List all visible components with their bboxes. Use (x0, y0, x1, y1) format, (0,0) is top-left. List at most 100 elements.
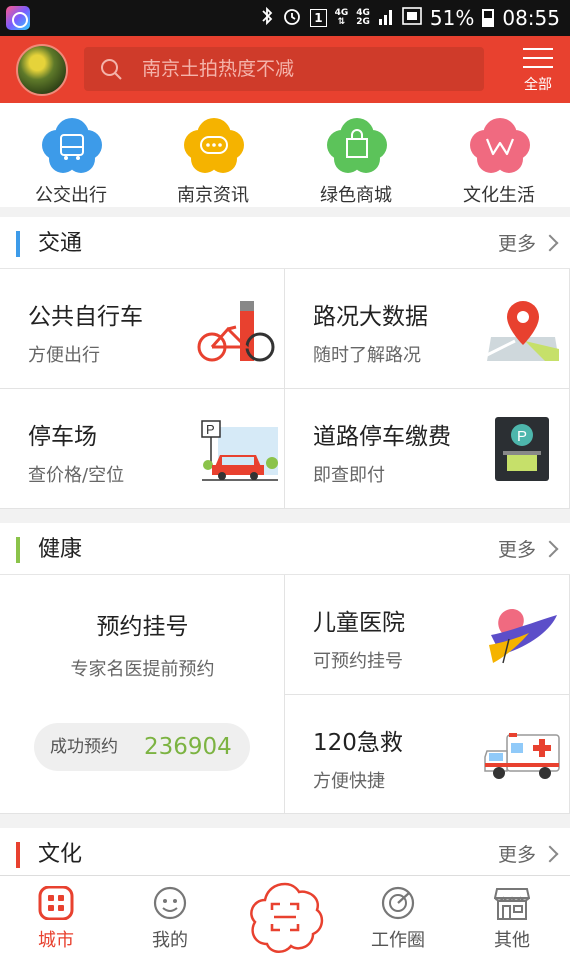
menu-icon (523, 48, 553, 70)
scan-button[interactable] (244, 880, 326, 953)
health-more-link[interactable]: 更多 (497, 523, 559, 577)
app-icon (6, 6, 30, 30)
map-pin-icon (486, 301, 559, 361)
ambulance-icon (484, 733, 560, 779)
avatar[interactable] (16, 44, 68, 96)
search-placeholder: 南京土拍热度不减 (142, 58, 295, 80)
quick-app-news[interactable]: 南京资讯 (142, 103, 284, 207)
alarm-icon (282, 6, 302, 30)
card-subtitle: 可预约挂号 (313, 651, 403, 672)
card-title: 路况大数据 (313, 304, 428, 330)
bluetooth-icon (260, 6, 274, 30)
card-title: 120急救 (313, 730, 403, 756)
card-title: 儿童医院 (313, 610, 405, 636)
count-value: 236904 (144, 734, 232, 760)
card-subtitle: 随时了解路况 (313, 345, 421, 366)
quick-app-culture[interactable]: 文化生活 (428, 103, 570, 207)
card-road-parking-fee[interactable]: 道路停车缴费 即查即付 P (285, 389, 570, 509)
bicycle-icon (197, 301, 275, 362)
chat-bubble-icon (184, 117, 244, 175)
quick-app-label: 文化生活 (463, 185, 535, 206)
section-health-header: 健康 更多 (0, 523, 570, 575)
parking-car-icon: P (201, 420, 278, 481)
traffic-more-link[interactable]: 更多 (497, 217, 559, 271)
card-emergency-120[interactable]: 120急救 方便快捷 (285, 695, 570, 814)
tab-label: 城市 (38, 930, 74, 951)
card-subtitle: 方便快捷 (313, 771, 385, 792)
search-icon (101, 59, 122, 80)
net-label: 4G (334, 8, 349, 18)
quick-app-bus[interactable]: 公交出行 (0, 103, 142, 207)
bus-icon (42, 117, 102, 175)
tab-mine[interactable]: 我的 (120, 876, 220, 953)
parking-meter-icon: P (495, 417, 549, 481)
culture-w-icon (470, 117, 530, 175)
city-grid-icon (38, 886, 74, 920)
card-subtitle: 即查即付 (313, 465, 385, 486)
status-bar: 1 4G ⇅ 4G 2G 51% 08:55 (0, 0, 570, 36)
svg-text:P: P (517, 428, 527, 445)
signal-icon: 4G 2G (356, 9, 370, 27)
section-title: 交通 (38, 231, 83, 256)
tab-label: 我的 (152, 930, 188, 951)
section-title: 文化 (38, 842, 83, 867)
quick-app-label: 南京资讯 (177, 185, 249, 206)
tab-work-circle[interactable]: 工作圈 (348, 876, 448, 953)
chevron-right-icon (541, 845, 559, 863)
nfc-icon (402, 7, 422, 29)
bottom-tab-bar: 城市 我的 工作圈 其他 (0, 875, 570, 953)
more-label: 更多 (497, 233, 536, 255)
signal-bars-icon (378, 7, 394, 29)
svg-text:P: P (206, 422, 215, 437)
4g-icon: 4G ⇅ (334, 8, 349, 27)
tab-label: 其他 (494, 930, 530, 951)
section-accent-bar (16, 537, 20, 563)
card-title: 停车场 (28, 424, 97, 450)
battery-percentage: 51% (429, 6, 475, 30)
card-children-hospital[interactable]: 儿童医院 可预约挂号 (285, 575, 570, 695)
menu-label: 全部 (524, 77, 552, 93)
tab-city[interactable]: 城市 (6, 876, 106, 953)
more-label: 更多 (497, 844, 536, 866)
card-appointment[interactable]: 预约挂号 专家名医提前预约 成功预约 236904 (0, 575, 285, 814)
count-label: 成功预约 (50, 737, 118, 757)
card-subtitle: 查价格/空位 (28, 465, 125, 486)
profile-face-icon (153, 886, 187, 920)
appointment-title: 预约挂号 (96, 614, 189, 640)
all-menu-button[interactable]: 全部 (518, 42, 558, 94)
section-culture-header: 文化 更多 (0, 828, 570, 880)
card-title: 道路停车缴费 (313, 424, 451, 450)
tab-other[interactable]: 其他 (462, 876, 562, 953)
radar-icon (381, 886, 415, 920)
status-icons: 1 4G ⇅ 4G 2G 51% 08:55 (260, 0, 560, 36)
card-title: 公共自行车 (28, 304, 143, 330)
store-icon (494, 888, 530, 920)
battery-icon (482, 9, 495, 27)
card-subtitle: 方便出行 (28, 345, 100, 366)
section-accent-bar (16, 842, 20, 868)
card-parking[interactable]: 停车场 查价格/空位 P (0, 389, 285, 509)
sim1-icon: 1 (310, 9, 327, 27)
scan-icon (250, 882, 324, 953)
culture-more-link[interactable]: 更多 (497, 828, 559, 882)
quick-app-label: 公交出行 (35, 185, 107, 206)
net-label: 2G (356, 17, 370, 27)
tab-label: 工作圈 (371, 930, 425, 951)
card-traffic-data[interactable]: 路况大数据 随时了解路况 (285, 269, 570, 389)
quick-app-label: 绿色商城 (320, 185, 392, 206)
clock: 08:55 (502, 6, 560, 30)
section-title: 健康 (38, 537, 83, 562)
chevron-right-icon (541, 234, 559, 252)
appointment-count-pill: 成功预约 236904 (34, 723, 250, 771)
appointment-subtitle: 专家名医提前预约 (70, 659, 215, 680)
quick-apps: 公交出行 南京资讯 绿色商城 文化生活 (0, 103, 570, 207)
shopping-bag-icon (327, 117, 387, 175)
search-bar[interactable]: 南京土拍热度不减 (84, 47, 484, 91)
section-traffic-header: 交通 更多 (0, 217, 570, 269)
app-header: 南京土拍热度不减 全部 (0, 36, 570, 103)
quick-app-mall[interactable]: 绿色商城 (285, 103, 427, 207)
more-label: 更多 (497, 539, 536, 561)
section-accent-bar (16, 231, 20, 257)
chevron-right-icon (541, 540, 559, 558)
card-public-bike[interactable]: 公共自行车 方便出行 (0, 269, 285, 389)
